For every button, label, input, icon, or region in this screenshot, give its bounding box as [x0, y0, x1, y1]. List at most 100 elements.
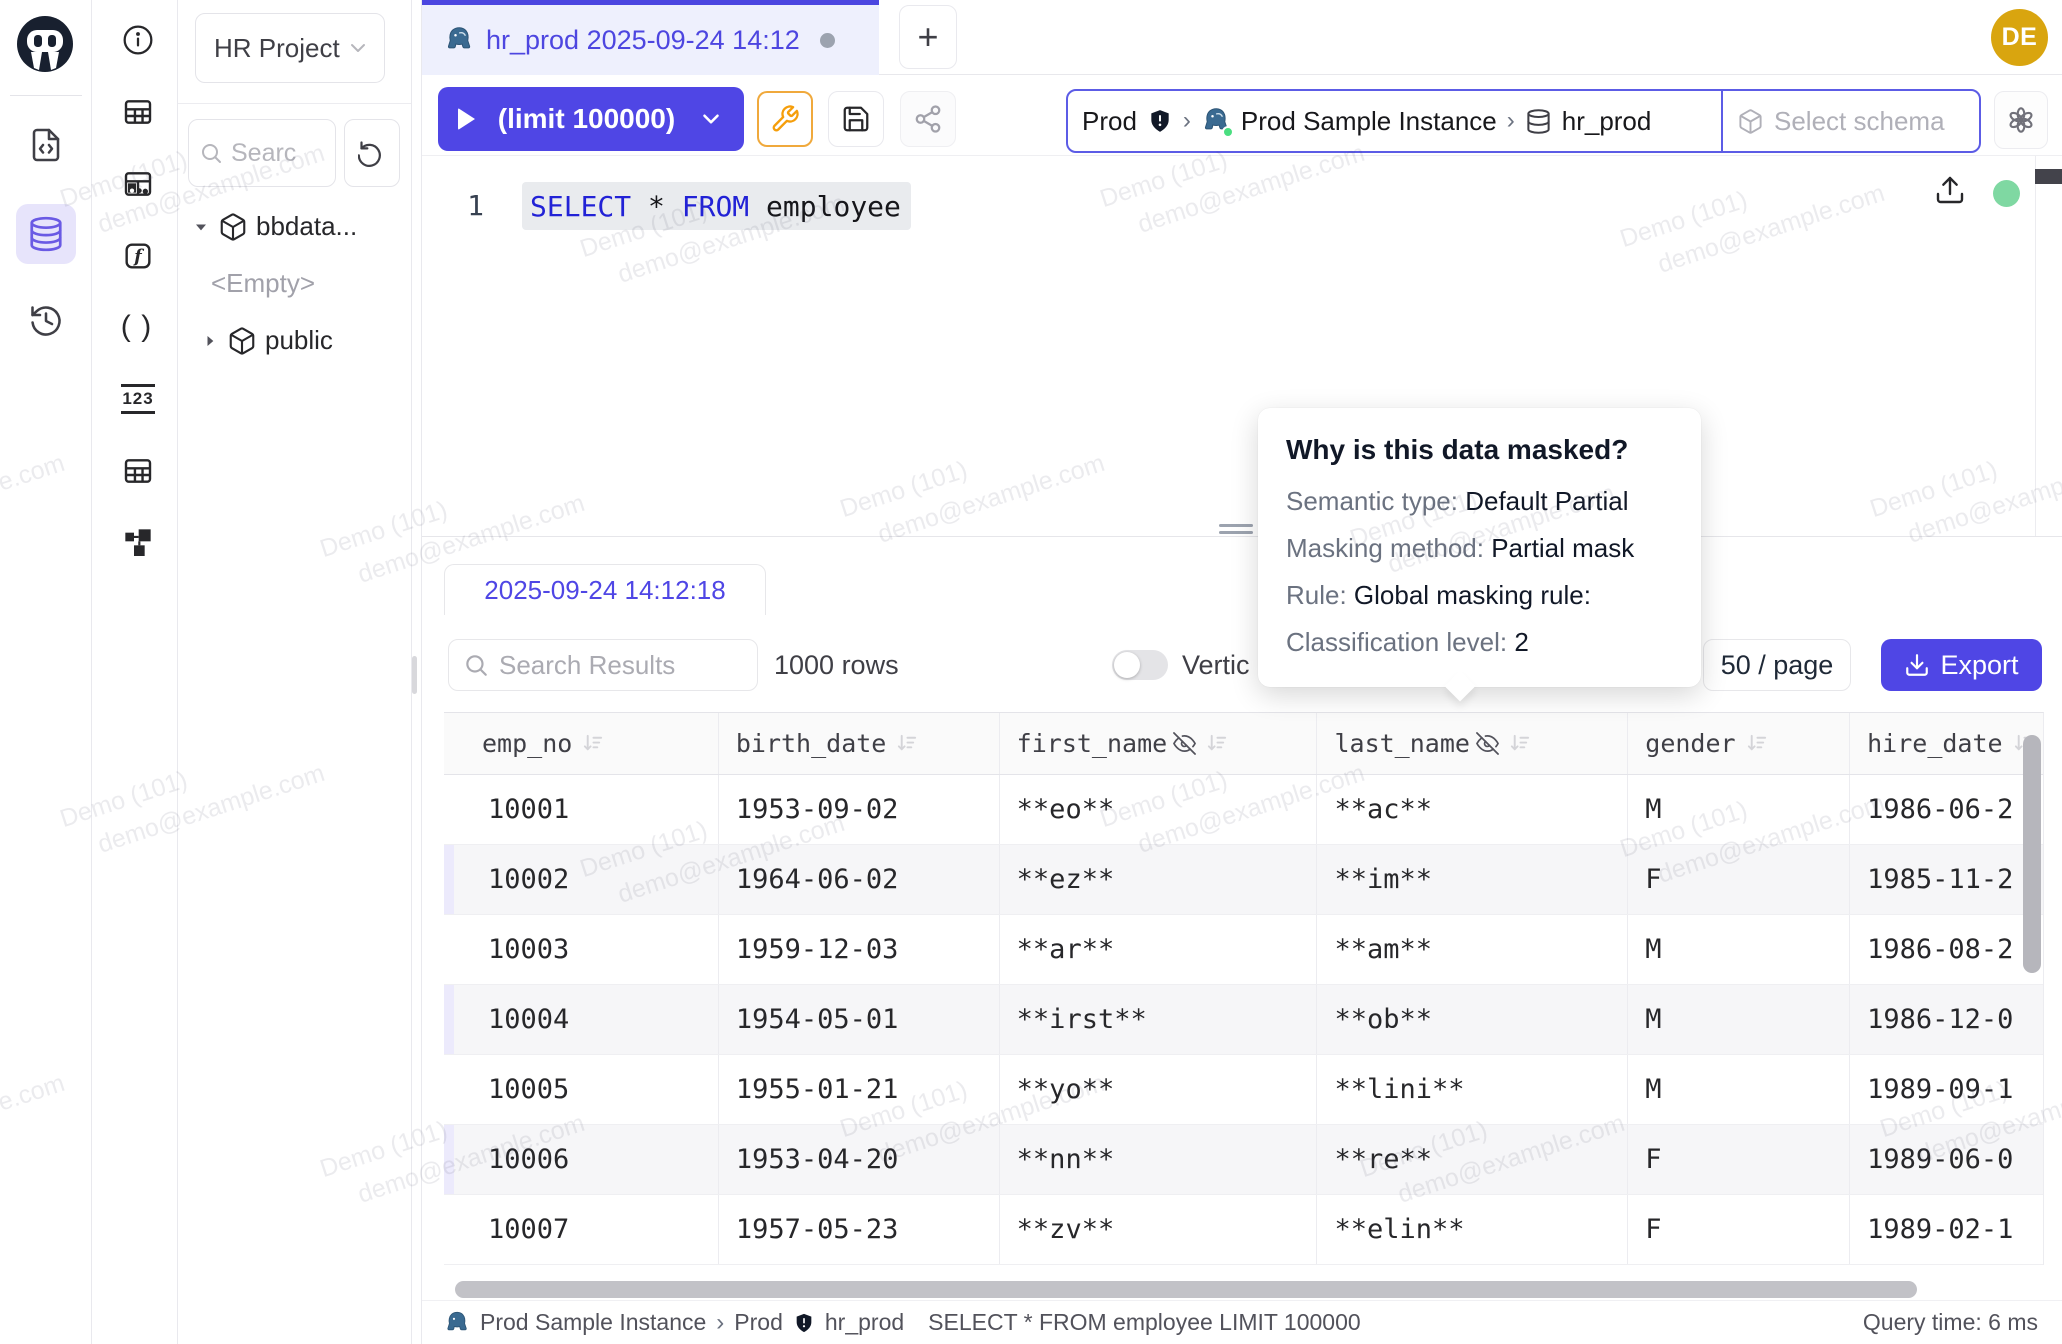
cell[interactable]: **re** — [1316, 1125, 1627, 1194]
format-sql-button[interactable] — [757, 91, 813, 147]
table-row[interactable]: 100061953-04-20**nn****re**F1989-06-0 — [444, 1125, 2043, 1195]
cell[interactable]: 1989-02-1 — [1849, 1195, 2043, 1264]
share-button[interactable] — [900, 91, 956, 147]
cell[interactable]: **am** — [1316, 915, 1627, 984]
table-row[interactable]: 100031959-12-03**ar****am**M1986-08-2 — [444, 915, 2043, 985]
cell[interactable]: **irst** — [999, 985, 1317, 1054]
sql-line[interactable]: SELECT * FROM employee — [522, 182, 911, 230]
sort-icon[interactable] — [895, 732, 918, 755]
result-tab[interactable]: 2025-09-24 14:12:18 — [444, 564, 766, 615]
schema-select[interactable]: Select schema — [1721, 91, 1979, 151]
sql-editor[interactable]: 1 SELECT * FROM employee — [422, 156, 2062, 536]
cell[interactable]: 10006 — [454, 1125, 718, 1194]
cell[interactable]: 1986-06-2 — [1849, 775, 2043, 844]
cell[interactable]: F — [1627, 845, 1849, 914]
caret-down-icon[interactable] — [190, 217, 212, 237]
cell[interactable]: **eo** — [999, 775, 1317, 844]
cell[interactable]: F — [1627, 1125, 1849, 1194]
cell[interactable]: 1985-11-2 — [1849, 845, 2043, 914]
cell[interactable]: 1957-05-23 — [718, 1195, 999, 1264]
masked-eye-off-icon[interactable] — [1476, 732, 1499, 755]
results-resize-handle[interactable] — [1219, 524, 1253, 536]
results-search[interactable] — [448, 639, 758, 691]
table-horizontal-scrollbar[interactable] — [455, 1281, 1917, 1298]
table-vertical-scrollbar[interactable] — [2023, 735, 2041, 973]
breadcrumb[interactable]: Prod › — [1068, 91, 1721, 151]
tree-item-database[interactable]: bbdata... — [178, 198, 411, 255]
vertical-mode-toggle[interactable] — [1112, 650, 1168, 680]
editor-scrollbar-thumb[interactable] — [2035, 169, 2062, 184]
column-header-first-name[interactable]: first_name — [999, 713, 1317, 774]
column-header-gender[interactable]: gender — [1627, 713, 1849, 774]
schema-diagram-icon[interactable] — [120, 166, 156, 202]
project-select[interactable]: HR Project — [195, 13, 385, 83]
sort-icon[interactable] — [1205, 732, 1228, 755]
cell[interactable]: 10007 — [454, 1195, 718, 1264]
cell[interactable]: 10005 — [454, 1055, 718, 1124]
bytebase-logo-icon[interactable] — [15, 14, 75, 74]
cell[interactable]: 1986-12-0 — [1849, 985, 2043, 1054]
chevron-down-icon[interactable] — [698, 106, 724, 132]
cell[interactable]: **ar** — [999, 915, 1317, 984]
run-query-button[interactable]: (limit 100000) — [438, 87, 744, 151]
cell[interactable]: **lini** — [1316, 1055, 1627, 1124]
cell[interactable]: 1953-04-20 — [718, 1125, 999, 1194]
column-header-hire-date[interactable]: hire_date — [1849, 713, 2043, 774]
tab-worksheet-active[interactable]: hr_prod 2025-09-24 14:12 — [422, 0, 879, 75]
cell[interactable]: **elin** — [1316, 1195, 1627, 1264]
cell[interactable]: M — [1627, 915, 1849, 984]
results-search-input[interactable] — [499, 650, 743, 681]
refresh-button[interactable] — [344, 119, 400, 187]
cell[interactable]: 1989-09-1 — [1849, 1055, 2043, 1124]
column-header-emp-no[interactable]: emp_no — [444, 713, 718, 774]
upload-sheet-button[interactable] — [1934, 174, 1966, 206]
cell[interactable]: 10003 — [454, 915, 718, 984]
caret-right-icon[interactable] — [199, 331, 221, 351]
explorer-search[interactable] — [188, 119, 336, 187]
column-header-last-name[interactable]: last_name — [1316, 713, 1627, 774]
functions-icon[interactable]: f — [120, 238, 156, 274]
panel-resize-handle[interactable] — [412, 656, 417, 694]
cell[interactable]: **zv** — [999, 1195, 1317, 1264]
masked-eye-off-icon[interactable] — [1173, 732, 1196, 755]
cell[interactable]: **ac** — [1316, 775, 1627, 844]
cell[interactable]: **yo** — [999, 1055, 1317, 1124]
tables-icon[interactable] — [120, 94, 156, 130]
export-button[interactable]: Export — [1881, 639, 2042, 691]
tree-item-schema-public[interactable]: public — [178, 312, 411, 369]
table-row[interactable]: 100071957-05-23**zv****elin**F1989-02-1 — [444, 1195, 2043, 1265]
connection-breadcrumb[interactable]: Prod › — [1066, 89, 1981, 153]
user-avatar[interactable]: DE — [1991, 9, 2048, 66]
cell[interactable]: F — [1627, 1195, 1849, 1264]
sort-icon[interactable] — [1508, 732, 1531, 755]
cell[interactable]: **ez** — [999, 845, 1317, 914]
cell[interactable]: M — [1627, 775, 1849, 844]
editor-scrollbar[interactable] — [2035, 156, 2062, 536]
cell[interactable]: 1986-08-2 — [1849, 915, 2043, 984]
cell[interactable]: M — [1627, 985, 1849, 1054]
cell[interactable]: **im** — [1316, 845, 1627, 914]
table-row[interactable]: 100051955-01-21**yo****lini**M1989-09-1 — [444, 1055, 2043, 1125]
column-header-birth-date[interactable]: birth_date — [718, 713, 999, 774]
sidebar-item-databases[interactable] — [16, 204, 76, 264]
dependencies-icon[interactable] — [120, 524, 156, 560]
sequences-icon[interactable]: 123 — [120, 381, 156, 417]
sort-icon[interactable] — [581, 732, 604, 755]
explorer-search-input[interactable] — [231, 139, 321, 168]
sidebar-item-worksheets[interactable] — [16, 115, 76, 175]
ai-assistant-button[interactable] — [1994, 91, 2048, 149]
cell[interactable]: 1953-09-02 — [718, 775, 999, 844]
cell[interactable]: 1989-06-0 — [1849, 1125, 2043, 1194]
cell[interactable]: **nn** — [999, 1125, 1317, 1194]
info-icon[interactable] — [120, 22, 156, 58]
table-row[interactable]: 100041954-05-01**irst****ob**M1986-12-0 — [444, 985, 2043, 1055]
table-row[interactable]: 100011953-09-02**eo****ac**M1986-06-2 — [444, 775, 2043, 845]
cell[interactable]: 1964-06-02 — [718, 845, 999, 914]
sort-icon[interactable] — [1745, 732, 1768, 755]
procedures-icon[interactable]: ( ) — [120, 309, 156, 345]
save-button[interactable] — [828, 91, 884, 147]
cell[interactable]: M — [1627, 1055, 1849, 1124]
cell[interactable]: 10001 — [454, 775, 718, 844]
cell[interactable]: **ob** — [1316, 985, 1627, 1054]
cell[interactable]: 10004 — [454, 985, 718, 1054]
